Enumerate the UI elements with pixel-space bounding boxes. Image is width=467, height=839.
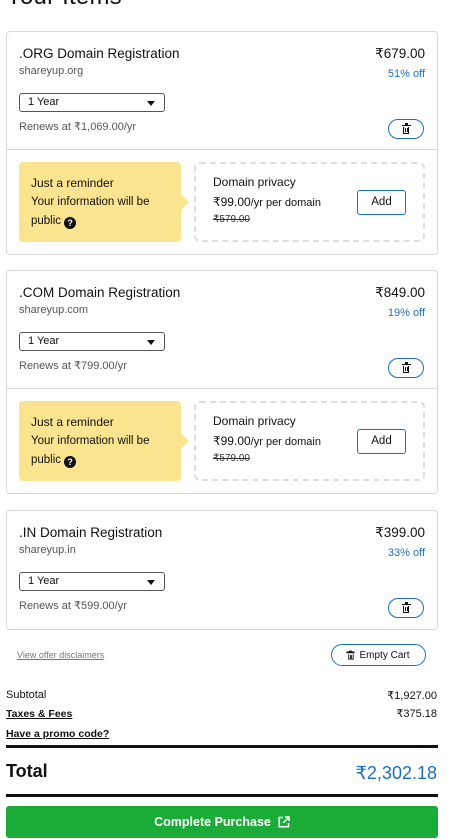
page-title: Your Items bbox=[6, 0, 122, 11]
reminder-callout: Just a reminder Your information will be… bbox=[19, 162, 189, 242]
term-select[interactable]: 1 Year bbox=[19, 572, 165, 591]
divider bbox=[6, 794, 438, 797]
promo-code-link[interactable]: Have a promo code? bbox=[6, 728, 109, 740]
reminder-text: Your information will be public? bbox=[31, 196, 150, 229]
cart-item-details: .IN Domain Registration shareyup.in ₹399… bbox=[7, 511, 437, 629]
offer-disclaimers-link[interactable]: View offer disclaimers bbox=[17, 650, 104, 660]
chevron-down-icon bbox=[147, 580, 155, 585]
term-select-value: 1 Year bbox=[28, 96, 60, 108]
item-discount: 19% off bbox=[387, 307, 425, 319]
item-domain: shareyup.in bbox=[19, 544, 76, 556]
privacy-old-price: ₹579.00 bbox=[213, 214, 250, 225]
item-price: ₹399.00 bbox=[375, 525, 425, 540]
cart-item-com: .COM Domain Registration shareyup.com ₹8… bbox=[6, 270, 438, 494]
item-price: ₹679.00 bbox=[375, 46, 425, 61]
empty-cart-label: Empty Cart bbox=[359, 649, 410, 661]
taxes-fees-link[interactable]: Taxes & Fees bbox=[6, 708, 72, 720]
reminder-text: Your information will be public? bbox=[31, 435, 150, 468]
item-discount: 33% off bbox=[387, 547, 425, 559]
privacy-title: Domain privacy bbox=[213, 175, 296, 189]
item-price: ₹849.00 bbox=[375, 285, 425, 300]
item-name: .ORG Domain Registration bbox=[19, 46, 180, 61]
term-select-value: 1 Year bbox=[28, 575, 60, 587]
item-name: .IN Domain Registration bbox=[19, 525, 163, 540]
privacy-old-price: ₹579.00 bbox=[213, 453, 250, 464]
add-privacy-button[interactable]: Add bbox=[357, 190, 406, 215]
trash-icon bbox=[401, 362, 411, 373]
reminder-title: Just a reminder bbox=[31, 415, 114, 429]
item-domain: shareyup.com bbox=[19, 304, 89, 316]
empty-cart-button[interactable]: Empty Cart bbox=[331, 644, 426, 666]
item-discount: 51% off bbox=[387, 68, 425, 80]
cart-item-org: .ORG Domain Registration shareyup.org ₹6… bbox=[6, 31, 438, 255]
remove-item-button[interactable] bbox=[388, 358, 424, 378]
chevron-down-icon bbox=[147, 101, 155, 106]
cart-item-in: .IN Domain Registration shareyup.in ₹399… bbox=[6, 510, 438, 630]
privacy-title: Domain privacy bbox=[213, 414, 296, 428]
reminder-callout: Just a reminder Your information will be… bbox=[19, 401, 189, 481]
divider bbox=[6, 745, 438, 748]
term-select[interactable]: 1 Year bbox=[19, 93, 165, 112]
term-select[interactable]: 1 Year bbox=[19, 332, 165, 351]
trash-icon bbox=[346, 649, 356, 660]
total-value: ₹2,302.18 bbox=[355, 763, 437, 783]
privacy-offer: Domain privacy ₹99.00/yr per domain ₹579… bbox=[194, 401, 425, 481]
privacy-offer: Domain privacy ₹99.00/yr per domain ₹579… bbox=[194, 162, 425, 242]
external-link-icon bbox=[278, 816, 290, 828]
add-privacy-button[interactable]: Add bbox=[357, 429, 406, 454]
subtotal-value: ₹1,927.00 bbox=[387, 690, 437, 702]
complete-purchase-button[interactable]: Complete Purchase bbox=[6, 806, 438, 838]
item-name: .COM Domain Registration bbox=[19, 285, 181, 300]
reminder-title: Just a reminder bbox=[31, 176, 114, 190]
cart-item-details: .COM Domain Registration shareyup.com ₹8… bbox=[7, 271, 437, 388]
renewal-text: Renews at ₹599.00/yr bbox=[19, 600, 127, 612]
question-circle-icon[interactable]: ? bbox=[64, 456, 77, 468]
remove-item-button[interactable] bbox=[388, 598, 424, 618]
subtotal-label: Subtotal bbox=[6, 689, 47, 701]
trash-icon bbox=[401, 123, 411, 134]
complete-purchase-label: Complete Purchase bbox=[154, 815, 271, 829]
trash-icon bbox=[401, 602, 411, 613]
remove-item-button[interactable] bbox=[388, 119, 424, 139]
renewal-text: Renews at ₹1,069.00/yr bbox=[19, 121, 137, 133]
privacy-upsell: Just a reminder Your information will be… bbox=[7, 149, 437, 254]
cart-item-details: .ORG Domain Registration shareyup.org ₹6… bbox=[7, 32, 437, 149]
chevron-down-icon bbox=[147, 340, 155, 345]
item-domain: shareyup.org bbox=[19, 65, 84, 77]
privacy-upsell: Just a reminder Your information will be… bbox=[7, 388, 437, 493]
renewal-text: Renews at ₹799.00/yr bbox=[19, 360, 127, 372]
total-label: Total bbox=[6, 761, 48, 781]
question-circle-icon[interactable]: ? bbox=[64, 217, 77, 229]
term-select-value: 1 Year bbox=[28, 335, 60, 347]
taxes-fees-value: ₹375.18 bbox=[396, 708, 437, 720]
